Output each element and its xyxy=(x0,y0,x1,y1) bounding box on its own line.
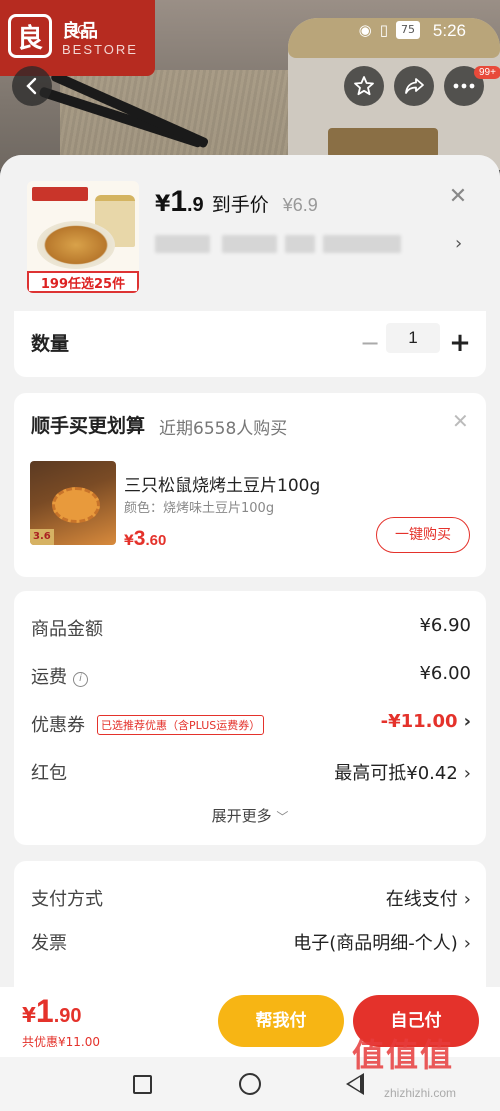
payment-method-label: 支付方式 xyxy=(31,889,103,910)
eye-icon: ◉ xyxy=(358,21,372,39)
chevron-right-icon[interactable]: › xyxy=(455,233,462,254)
payment-card: 支付方式 在线支付 › 发票 电子(商品明细-个人) › xyxy=(14,861,486,987)
goods-amount-row: 商品金额 ¥6.90 xyxy=(31,611,471,643)
invoice-label: 发票 xyxy=(31,933,67,954)
expand-more-button[interactable]: 展开更多 ﹀ xyxy=(14,805,486,826)
product-header: 199任选25件 ¥ 1 .9 到手价 ¥6.9 ✕ › xyxy=(0,155,500,310)
upsell-item-price: ¥3.60 xyxy=(124,527,167,550)
price-tag: 到手价 xyxy=(211,194,269,216)
coupon-row[interactable]: 优惠券 已选推荐优惠（含PLUS运费券） -¥11.00 › xyxy=(31,707,471,739)
notification-badge: 99+ xyxy=(474,66,500,79)
chevron-right-icon: › xyxy=(463,711,471,732)
clock: 5:26 xyxy=(432,21,466,40)
upsell-card: 顺手买更划算 近期6558人购买 ✕ 3.6 三只松鼠烧烤土豆片100g 颜色：… xyxy=(14,393,486,577)
checkout-sheet: 199任选25件 ¥ 1 .9 到手价 ¥6.9 ✕ › 数量 − 1 + 顺手… xyxy=(0,155,500,987)
invoice-row[interactable]: 发票 电子(商品明细-个人) › xyxy=(31,925,471,957)
product-thumbnail[interactable]: 199任选25件 xyxy=(27,181,139,293)
red-packet-label: 红包 xyxy=(31,763,67,784)
shipping-value: ¥6.00 xyxy=(419,663,471,684)
coupon-tag: 已选推荐优惠（含PLUS运费券） xyxy=(97,715,265,735)
favorite-button[interactable] xyxy=(344,66,384,106)
quantity-label: 数量 xyxy=(31,333,70,355)
upsell-title: 顺手买更划算 xyxy=(31,415,146,437)
back-triangle-icon[interactable] xyxy=(346,1073,364,1095)
vibrate-icon: ▯ xyxy=(379,21,388,39)
home-icon[interactable] xyxy=(239,1073,261,1095)
spec-selector[interactable] xyxy=(155,231,475,255)
help-pay-button[interactable]: 帮我付 xyxy=(218,995,344,1047)
chevron-right-icon: › xyxy=(463,889,471,910)
close-icon[interactable]: ✕ xyxy=(446,185,470,209)
upsell-subtitle: 近期6558人购买 xyxy=(159,419,288,439)
share-icon xyxy=(405,78,424,94)
upsell-thumb-price: 3.6 xyxy=(30,529,54,545)
price-decimal: .9 xyxy=(187,194,204,216)
watermark-url: zhizhizhi.com xyxy=(384,1086,457,1100)
star-icon xyxy=(354,76,374,96)
upsell-item-image[interactable]: 3.6 xyxy=(30,461,116,545)
chevron-down-icon: ﹀ xyxy=(276,810,289,824)
quantity-row: 数量 − 1 + xyxy=(14,311,486,377)
goods-amount-value: ¥6.90 xyxy=(419,615,471,636)
status-bar: 4G ◉ ▯ 75 5:26 xyxy=(0,0,500,60)
shipping-label: 运费 xyxy=(31,667,67,688)
goods-amount-label: 商品金额 xyxy=(31,619,103,640)
red-packet-row[interactable]: 红包 最高可抵¥0.42 › xyxy=(31,755,471,787)
close-icon[interactable]: ✕ xyxy=(452,409,469,433)
order-summary: 商品金额 ¥6.90 运费 i ¥6.00 优惠券 已选推荐优惠（含PLUS运费券… xyxy=(14,591,486,845)
red-packet-value: 最高可抵¥0.42 xyxy=(334,763,458,784)
back-button[interactable] xyxy=(12,66,52,106)
price-integer: 1 xyxy=(170,185,187,218)
more-dots-icon xyxy=(453,83,475,89)
quantity-input[interactable]: 1 xyxy=(386,323,440,353)
info-icon[interactable]: i xyxy=(73,672,88,687)
battery-indicator: 75 xyxy=(396,21,420,39)
quantity-minus-button[interactable]: − xyxy=(358,325,382,361)
payment-method-value: 在线支付 xyxy=(385,889,458,910)
product-price: ¥ 1 .9 到手价 ¥6.9 xyxy=(155,185,318,219)
one-click-buy-button[interactable]: 一键购买 xyxy=(376,517,470,553)
chevron-right-icon: › xyxy=(463,763,471,784)
share-button[interactable] xyxy=(394,66,434,106)
quantity-plus-button[interactable]: + xyxy=(448,325,472,361)
invoice-value: 电子(商品明细-个人) xyxy=(293,933,458,954)
network-indicator: 4G xyxy=(70,22,88,37)
chevron-right-icon: › xyxy=(463,933,471,954)
total-discount: 共优惠¥11.00 xyxy=(22,1035,100,1049)
coupon-value: -¥11.00 xyxy=(380,711,458,732)
promo-label: 199任选25件 xyxy=(27,271,139,293)
currency-symbol: ¥ xyxy=(155,192,171,217)
upsell-item-color: 颜色：烧烤味土豆片100g xyxy=(124,501,275,516)
watermark-logo: 值值值 xyxy=(352,1036,455,1074)
payment-method-row[interactable]: 支付方式 在线支付 › xyxy=(31,881,471,913)
original-price: ¥6.9 xyxy=(282,195,318,215)
expand-more-label: 展开更多 xyxy=(211,807,272,825)
recents-icon[interactable] xyxy=(133,1075,152,1094)
shipping-row: 运费 i ¥6.00 xyxy=(31,659,471,691)
coupon-label: 优惠券 xyxy=(31,715,85,736)
chevron-left-icon xyxy=(26,77,37,95)
upsell-item-name[interactable]: 三只松鼠烧烤土豆片100g xyxy=(124,471,320,496)
total-price: ¥1.90 xyxy=(22,993,82,1029)
